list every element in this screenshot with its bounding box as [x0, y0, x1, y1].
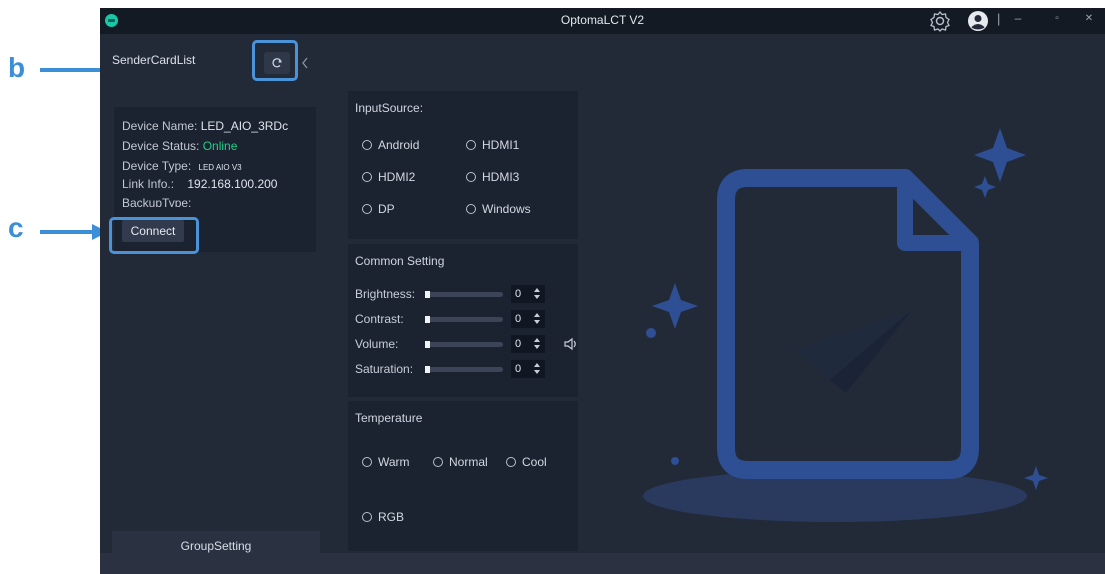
group-setting-tab[interactable]: GroupSetting — [112, 531, 320, 561]
backup-type-row: BackupType: — [122, 196, 191, 207]
input-hdmi2-label: HDMI2 — [378, 170, 416, 184]
brightness-value: 0 — [515, 288, 522, 300]
user-avatar-icon[interactable] — [967, 10, 989, 32]
highlight-refresh-button — [252, 40, 298, 81]
brightness-label: Brightness: — [355, 287, 416, 301]
temperature-title: Temperature — [355, 411, 423, 425]
app-window: OptomaLCT V2 | – ▫ ✕ SenderCardList Devi… — [100, 8, 1105, 574]
stepper-arrows-icon[interactable] — [533, 361, 541, 377]
brightness-slider[interactable] — [425, 291, 503, 298]
saturation-slider[interactable] — [425, 366, 503, 373]
title-separator: | — [997, 11, 1001, 26]
input-dp-label: DP — [378, 202, 395, 216]
temp-warm-label: Warm — [378, 455, 410, 469]
saturation-stepper[interactable]: 0 — [511, 360, 545, 378]
common-setting-panel: Common Setting Brightness: 0 Contrast: 0… — [348, 244, 578, 397]
slider-thumb[interactable] — [425, 291, 430, 298]
input-dp-radio[interactable]: DP — [362, 202, 395, 216]
radio-dot — [466, 172, 476, 182]
temp-rgb-label: RGB — [378, 510, 405, 524]
temp-cool-radio[interactable]: Cool — [506, 455, 547, 469]
stepper-arrows-icon[interactable] — [533, 286, 541, 302]
radio-dot — [506, 457, 516, 467]
device-name-label: Device Name: — [122, 119, 198, 133]
device-status-value: Online — [202, 139, 238, 153]
saturation-label: Saturation: — [355, 362, 414, 376]
radio-dot — [362, 140, 372, 150]
backup-type-label: BackupType: — [122, 196, 192, 207]
input-android-radio[interactable]: Android — [362, 138, 419, 152]
collapse-sidebar-button[interactable] — [298, 52, 312, 74]
annotation-label-c: c — [8, 212, 24, 243]
contrast-slider[interactable] — [425, 316, 503, 323]
contrast-stepper[interactable]: 0 — [511, 310, 545, 328]
highlight-connect-button — [109, 217, 199, 254]
input-hdmi2-radio[interactable]: HDMI2 — [362, 170, 415, 184]
device-status-label: Device Status: — [122, 139, 200, 153]
slider-thumb[interactable] — [425, 366, 430, 373]
device-name-row: Device Name: LED_AIO_3RDc — [122, 119, 288, 133]
chevron-left-icon — [302, 57, 308, 69]
device-type-value: LED AIO V3 — [198, 163, 242, 172]
radio-dot — [362, 204, 372, 214]
stepper-arrows-icon[interactable] — [533, 336, 541, 352]
slider-thumb[interactable] — [425, 316, 430, 323]
volume-slider[interactable] — [425, 341, 503, 348]
input-windows-label: Windows — [482, 202, 531, 216]
radio-dot — [466, 140, 476, 150]
window-title: OptomaLCT V2 — [560, 13, 645, 27]
input-hdmi3-label: HDMI3 — [482, 170, 520, 184]
gear-icon[interactable] — [929, 10, 951, 32]
speaker-icon[interactable] — [563, 336, 579, 352]
radio-dot — [433, 457, 443, 467]
maximize-button[interactable]: ▫ — [1049, 13, 1065, 24]
volume-value: 0 — [515, 338, 522, 350]
link-info-label: Link Info.: — [122, 177, 175, 191]
minimize-button[interactable]: – — [1010, 11, 1026, 25]
volume-label: Volume: — [355, 337, 399, 351]
device-status-row: Device Status: Online — [122, 139, 237, 153]
temp-normal-label: Normal — [449, 455, 488, 469]
contrast-value: 0 — [515, 313, 522, 325]
empty-state-illustration — [643, 128, 1048, 522]
input-hdmi1-label: HDMI1 — [482, 138, 520, 152]
input-source-panel: InputSource: Android HDMI1 HDMI2 HDMI3 D… — [348, 91, 578, 239]
temp-warm-radio[interactable]: Warm — [362, 455, 410, 469]
temp-cool-label: Cool — [522, 455, 547, 469]
volume-stepper[interactable]: 0 — [511, 335, 545, 353]
link-info-value: 192.168.100.200 — [187, 177, 278, 191]
contrast-label: Contrast: — [355, 312, 404, 326]
radio-dot — [362, 512, 372, 522]
input-source-title: InputSource: — [355, 101, 424, 115]
common-setting-title: Common Setting — [355, 254, 445, 268]
sender-card-list-title: SenderCardList — [112, 53, 196, 67]
stepper-arrows-icon[interactable] — [533, 311, 541, 327]
title-bar: OptomaLCT V2 | – ▫ ✕ — [100, 8, 1105, 34]
radio-dot — [362, 457, 372, 467]
device-type-row: Device Type: LED AIO V3 — [122, 159, 242, 173]
link-info-row: Link Info.: 192.168.100.200 — [122, 177, 277, 191]
saturation-value: 0 — [515, 363, 522, 375]
radio-dot — [362, 172, 372, 182]
input-hdmi1-radio[interactable]: HDMI1 — [466, 138, 519, 152]
radio-dot — [466, 204, 476, 214]
brightness-stepper[interactable]: 0 — [511, 285, 545, 303]
temp-rgb-radio[interactable]: RGB — [362, 510, 404, 524]
device-name-value: LED_AIO_3RDc — [200, 119, 289, 133]
input-hdmi3-radio[interactable]: HDMI3 — [466, 170, 519, 184]
temperature-panel: Temperature Warm Normal Cool RGB — [348, 401, 578, 551]
device-type-label: Device Type: — [122, 159, 192, 173]
slider-thumb[interactable] — [425, 341, 430, 348]
close-button[interactable]: ✕ — [1081, 13, 1097, 24]
temp-normal-radio[interactable]: Normal — [433, 455, 488, 469]
annotation-label-b: b — [8, 52, 26, 83]
input-windows-radio[interactable]: Windows — [466, 202, 531, 216]
input-android-label: Android — [378, 138, 420, 152]
